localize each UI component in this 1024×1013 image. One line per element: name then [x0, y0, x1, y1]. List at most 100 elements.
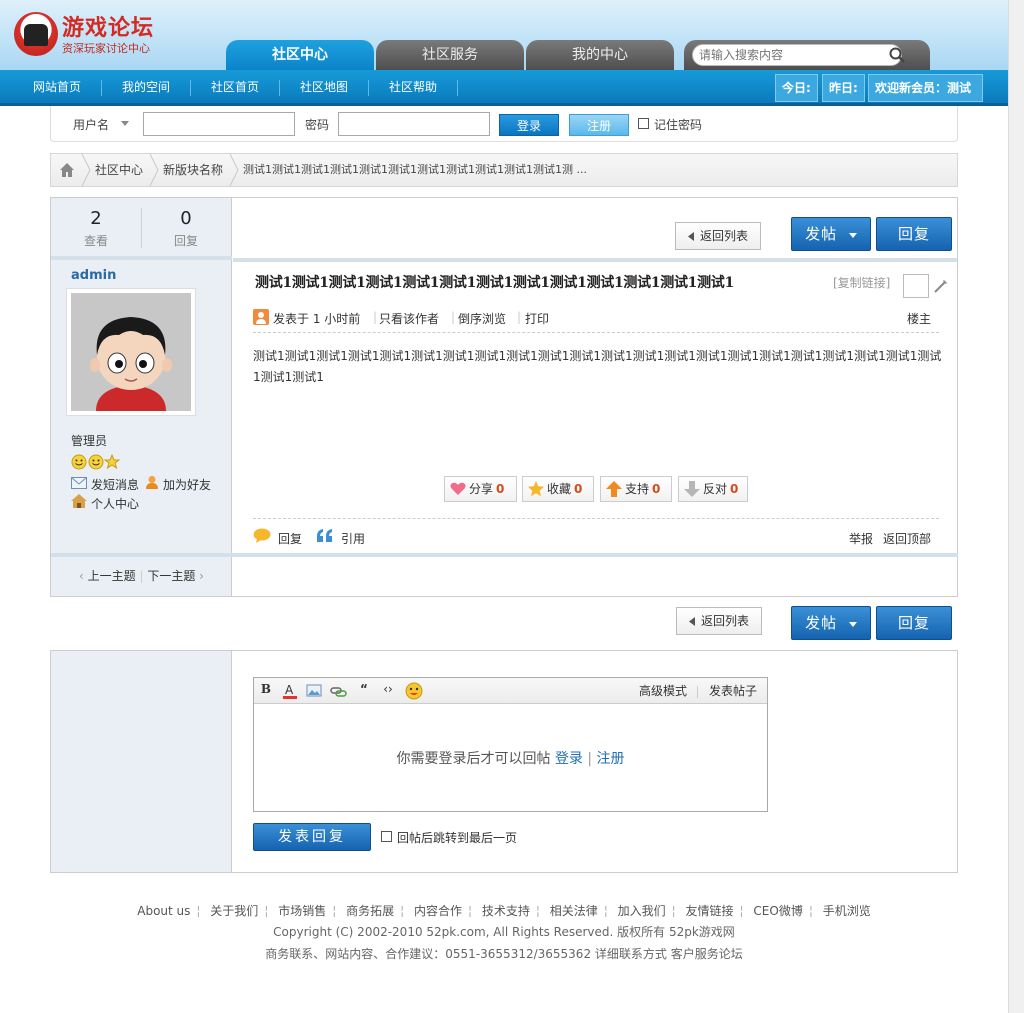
tab-my-center[interactable]: 我的中心 — [526, 40, 674, 70]
nav-community-help[interactable]: 社区帮助 — [378, 70, 448, 104]
logo-emblem-icon — [14, 12, 58, 56]
stat-welcome: 欢迎新会员：测试 — [868, 74, 983, 102]
breadcrumb-community[interactable]: 社区中心 — [95, 154, 143, 186]
back-to-top-link[interactable]: 返回顶部 — [883, 530, 931, 547]
home-icon[interactable] — [59, 162, 75, 178]
report-link[interactable]: 举报 — [849, 530, 873, 547]
login-button[interactable]: 登录 — [499, 114, 559, 136]
favorite-button[interactable]: 收藏 0 — [522, 476, 594, 502]
nav-community-home[interactable]: 社区首页 — [200, 70, 270, 104]
mail-icon[interactable] — [71, 477, 87, 489]
logo-title: 游戏论坛 — [62, 16, 155, 41]
search-input[interactable] — [692, 44, 902, 66]
copy-link[interactable]: [复制链接] — [833, 274, 890, 291]
back-to-list-button[interactable]: 返回列表 — [675, 222, 761, 250]
views-label: 查看 — [83, 234, 108, 248]
nav-community-map[interactable]: 社区地图 — [289, 70, 359, 104]
replies-count: 0 — [180, 208, 192, 229]
stat-today: 今日: — [775, 74, 818, 102]
new-post-button[interactable]: 发帖 — [791, 217, 871, 251]
reply-button[interactable]: 回复 — [876, 217, 952, 251]
print-link[interactable]: 打印 — [525, 310, 549, 327]
quote-icon[interactable] — [317, 529, 333, 542]
share-button[interactable]: 分享 0 — [444, 476, 517, 502]
nav-home[interactable]: 网站首页 — [22, 70, 92, 104]
footer-link[interactable]: 关于我们 — [210, 904, 258, 918]
author-column: 2 查看 0 回复 admin 管理员 发短消息 加为好友 个人中心 — [51, 198, 232, 596]
only-author-link[interactable]: 只看该作者 — [379, 310, 439, 327]
bold-icon[interactable]: B — [260, 682, 272, 700]
support-button[interactable]: 支持 0 — [600, 476, 672, 502]
footer-link[interactable]: 技术支持 — [482, 904, 530, 918]
reply-editor[interactable]: B A “ ‹› 高级模式 发表帖子 你需要登录后才可以回帖 登录 | 注册 — [253, 677, 768, 812]
avatar-image-icon — [71, 293, 191, 411]
footer-link[interactable]: 内容合作 — [414, 904, 462, 918]
reply-bubble-icon[interactable] — [253, 528, 271, 543]
footer-link[interactable]: 市场销售 — [278, 904, 326, 918]
emoticon-icon[interactable] — [405, 682, 423, 700]
home-icon[interactable] — [71, 494, 87, 508]
image-icon[interactable] — [306, 682, 322, 700]
reverse-order-link[interactable]: 倒序浏览 — [458, 310, 506, 327]
site-logo[interactable]: 游戏论坛 资深玩家讨论中心 — [14, 10, 174, 60]
quote-icon[interactable]: “ — [358, 682, 370, 700]
footer-link[interactable]: 友情链接 — [686, 904, 734, 918]
support-label: 支持 — [625, 482, 650, 496]
prev-topic-link[interactable]: 上一主题 — [88, 569, 136, 583]
link-icon[interactable] — [330, 682, 348, 700]
post-meta: 发表于 1 小时前 | 只看该作者 | 倒序浏览 | 打印 楼主 — [253, 308, 939, 328]
nav-my-space[interactable]: 我的空间 — [110, 70, 182, 104]
username-label: 用户名 — [73, 118, 110, 132]
new-post-label: 发帖 — [805, 614, 838, 632]
register-button[interactable]: 注册 — [569, 114, 629, 136]
add-friend-link[interactable]: 加为好友 — [163, 476, 211, 493]
reply-link[interactable]: 回复 — [278, 530, 302, 547]
post-topic-link[interactable]: 发表帖子 — [707, 682, 759, 700]
login-required-text: 你需要登录后才可以回帖 — [396, 751, 551, 767]
font-color-icon[interactable]: A — [282, 682, 298, 700]
add-friend-icon[interactable] — [145, 475, 159, 490]
print-box[interactable] — [903, 274, 929, 298]
footer-copyright: Copyright (C) 2002-2010 52pk.com, All Ri… — [273, 925, 735, 939]
back-to-list-button-bottom[interactable]: 返回列表 — [676, 607, 762, 635]
submit-reply-button[interactable]: 发表回复 — [253, 823, 371, 851]
oppose-button[interactable]: 反对 0 — [678, 476, 748, 502]
login-required-message: 你需要登录后才可以回帖 登录 | 注册 — [254, 748, 767, 768]
footer-link[interactable]: About us — [137, 904, 190, 918]
footer-link[interactable]: 商务拓展 — [346, 904, 394, 918]
triangle-left-icon — [689, 617, 695, 626]
author-name[interactable]: admin — [71, 268, 116, 283]
footer-link[interactable]: CEO微博 — [753, 904, 802, 918]
profile-link[interactable]: 个人中心 — [91, 495, 139, 512]
post-title: 测试1测试1测试1测试1测试1测试1测试1测试1测试1测试1测试1测试1测试1 — [255, 275, 734, 291]
footer-link[interactable]: 手机浏览 — [823, 904, 871, 918]
editor-toolbar: B A “ ‹› 高级模式 发表帖子 — [254, 678, 767, 704]
footer-link[interactable]: 加入我们 — [618, 904, 666, 918]
chevron-down-icon — [848, 622, 857, 627]
next-topic-link[interactable]: 下一主题 — [147, 569, 195, 583]
post-container: 2 查看 0 回复 admin 管理员 发短消息 加为好友 个人中心 返回列表 … — [50, 197, 958, 597]
chevron-down-icon[interactable] — [121, 121, 129, 127]
footer-link[interactable]: 相关法律 — [550, 904, 598, 918]
jump-last-checkbox[interactable] — [381, 831, 392, 842]
quote-link[interactable]: 引用 — [341, 530, 365, 547]
reply-register-link[interactable]: 注册 — [597, 751, 625, 767]
breadcrumb-forum[interactable]: 新版块名称 — [163, 154, 223, 186]
reply-button-bottom[interactable]: 回复 — [876, 606, 952, 640]
topic-navigation: ‹ 上一主题 | 下一主题 › — [79, 569, 204, 583]
tab-community-service[interactable]: 社区服务 — [376, 40, 524, 70]
username-input[interactable] — [143, 112, 295, 136]
reply-login-link[interactable]: 登录 — [555, 751, 583, 767]
replies-label: 回复 — [173, 234, 198, 248]
advanced-mode-link[interactable]: 高级模式 — [637, 682, 689, 700]
remember-checkbox[interactable] — [638, 118, 649, 129]
password-input[interactable] — [338, 112, 490, 136]
tab-community-center[interactable]: 社区中心 — [226, 40, 374, 70]
edit-icon[interactable] — [933, 278, 949, 294]
avatar[interactable] — [66, 288, 196, 416]
new-post-button-bottom[interactable]: 发帖 — [791, 606, 871, 640]
search-icon[interactable] — [888, 46, 906, 64]
send-message-link[interactable]: 发短消息 — [91, 476, 139, 493]
page-scrollbar[interactable] — [1008, 0, 1024, 1013]
code-icon[interactable]: ‹› — [380, 682, 396, 700]
